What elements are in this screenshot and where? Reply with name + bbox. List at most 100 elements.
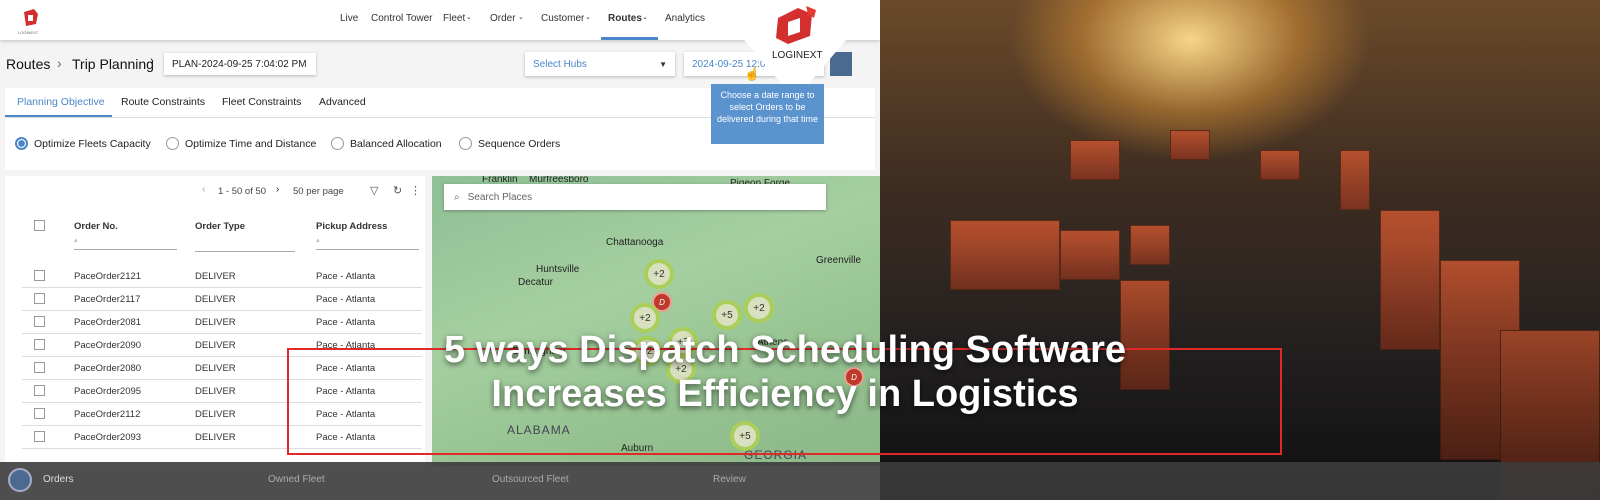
cell: DELIVER bbox=[195, 409, 236, 420]
table-row[interactable]: PaceOrder2081 DELIVER Pace - Atlanta bbox=[22, 311, 422, 334]
cluster-marker[interactable]: +5 bbox=[730, 421, 760, 451]
nav-control-tower[interactable]: Control Tower bbox=[371, 13, 433, 24]
nav-live[interactable]: Live bbox=[340, 13, 358, 24]
step-outsourced-fleet[interactable]: Outsourced Fleet bbox=[492, 474, 569, 485]
search-places-input[interactable]: ⌕ Search Places bbox=[444, 184, 826, 210]
cell: Pace - Atlanta bbox=[316, 363, 376, 374]
map-view[interactable]: Franklin Murfreesboro Pigeon Forge Chatt… bbox=[432, 176, 880, 466]
step-review[interactable]: Review bbox=[713, 474, 746, 485]
next-page-icon[interactable]: › bbox=[276, 184, 279, 195]
cluster-marker[interactable]: +2 bbox=[666, 354, 696, 384]
radio[interactable] bbox=[459, 137, 472, 150]
pallet-stack bbox=[1170, 130, 1210, 160]
row-checkbox[interactable] bbox=[34, 408, 45, 419]
city-label: Decatur bbox=[518, 277, 554, 288]
cluster-marker[interactable]: +2 bbox=[632, 336, 662, 366]
pallet-stack bbox=[1130, 225, 1170, 265]
row-checkbox[interactable] bbox=[34, 431, 45, 442]
column-pickup-address[interactable]: Pickup Address bbox=[316, 221, 387, 232]
orders-table: ‹ 1 - 50 of 50 › 50 per page ▽ ↻ ⋮ Order… bbox=[5, 176, 425, 466]
chevron-down-icon: ⌄ bbox=[642, 14, 648, 21]
chevron-down-icon: ⌄ bbox=[466, 14, 472, 21]
radio[interactable] bbox=[331, 137, 344, 150]
chevron-right-icon: › bbox=[150, 55, 154, 67]
chevron-down-icon: ⌄ bbox=[518, 14, 524, 21]
row-checkbox[interactable] bbox=[34, 339, 45, 350]
table-row[interactable]: PaceOrder2093 DELIVER Pace - Atlanta bbox=[22, 426, 422, 449]
tab-planning-objective[interactable]: Planning Objective bbox=[17, 96, 105, 108]
filter-icon[interactable]: ▽ bbox=[370, 184, 378, 197]
radio-sequence-orders[interactable]: Sequence Orders bbox=[459, 137, 560, 150]
cell: Pace - Atlanta bbox=[316, 340, 376, 351]
city-label: Auburn bbox=[621, 443, 654, 454]
breadcrumb-routes[interactable]: Routes bbox=[6, 56, 50, 72]
order-no-filter-input[interactable]: ⌕ bbox=[74, 238, 177, 250]
calendar-button[interactable] bbox=[830, 52, 852, 76]
planning-tabs: Planning Objective Route Constraints Fle… bbox=[5, 88, 875, 118]
table-row[interactable]: PaceOrder2121 DELIVER Pace - Atlanta bbox=[22, 265, 422, 288]
cell: PaceOrder2121 bbox=[74, 271, 142, 282]
caret-down-icon: ▼ bbox=[659, 59, 667, 69]
pallet-stack bbox=[950, 220, 1060, 290]
refresh-icon[interactable]: ↻ bbox=[393, 184, 402, 197]
radio-optimize-time-distance[interactable]: Optimize Time and Distance bbox=[166, 137, 316, 150]
cell: PaceOrder2081 bbox=[74, 317, 142, 328]
cluster-marker[interactable]: +2 bbox=[644, 259, 674, 289]
search-icon: ⌕ bbox=[454, 191, 460, 203]
orders-step-icon bbox=[8, 468, 32, 492]
column-order-type[interactable]: Order Type bbox=[195, 221, 245, 232]
tab-fleet-constraints[interactable]: Fleet Constraints bbox=[222, 96, 301, 108]
radio-balanced-allocation[interactable]: Balanced Allocation bbox=[331, 137, 442, 150]
prev-page-icon[interactable]: ‹ bbox=[202, 184, 205, 195]
step-orders[interactable]: Orders bbox=[43, 474, 74, 485]
cluster-marker[interactable]: +5 bbox=[712, 300, 742, 330]
nav-analytics[interactable]: Analytics bbox=[665, 13, 705, 24]
order-type-filter-select[interactable] bbox=[195, 238, 295, 252]
date-range-value: 2024-09-25 12:00 bbox=[692, 58, 771, 70]
more-options-icon[interactable]: ⋮ bbox=[410, 184, 421, 197]
nav-order[interactable]: Order bbox=[490, 13, 516, 24]
pallet-stack bbox=[1440, 260, 1520, 460]
cluster-marker[interactable]: +2 bbox=[630, 303, 660, 333]
select-hubs-dropdown[interactable]: Select Hubs ▼ bbox=[525, 52, 675, 76]
tab-advanced[interactable]: Advanced bbox=[319, 96, 366, 108]
tab-route-constraints[interactable]: Route Constraints bbox=[121, 96, 205, 108]
radio-label: Optimize Fleets Capacity bbox=[34, 137, 151, 150]
nav-routes[interactable]: Routes bbox=[608, 13, 642, 24]
date-range-field[interactable]: 2024-09-25 12:00 bbox=[684, 52, 824, 76]
per-page-select[interactable]: 50 per page bbox=[293, 186, 344, 197]
table-row[interactable]: PaceOrder2117 DELIVER Pace - Atlanta bbox=[22, 288, 422, 311]
cluster-marker[interactable]: +2 bbox=[744, 293, 774, 323]
row-checkbox[interactable] bbox=[34, 362, 45, 373]
column-order-no[interactable]: Order No. bbox=[74, 221, 118, 232]
breadcrumb-trip-planning: Trip Planning bbox=[72, 56, 154, 72]
row-checkbox[interactable] bbox=[34, 293, 45, 304]
cell: Pace - Atlanta bbox=[316, 317, 376, 328]
row-checkbox[interactable] bbox=[34, 316, 45, 327]
nav-fleet[interactable]: Fleet bbox=[443, 13, 465, 24]
search-placeholder: Search Places bbox=[467, 191, 533, 203]
pickup-filter-input[interactable]: ⌕ bbox=[316, 238, 419, 250]
cell: PaceOrder2093 bbox=[74, 432, 142, 443]
table-row[interactable]: PaceOrder2095 DELIVER Pace - Atlanta bbox=[22, 380, 422, 403]
radio-optimize-fleets-capacity[interactable]: Optimize Fleets Capacity bbox=[15, 137, 151, 150]
table-row[interactable]: PaceOrder2090 DELIVER Pace - Atlanta bbox=[22, 334, 422, 357]
radio-label: Sequence Orders bbox=[478, 137, 561, 150]
step-owned-fleet[interactable]: Owned Fleet bbox=[268, 474, 325, 485]
pallet-stack bbox=[1380, 210, 1440, 350]
row-checkbox[interactable] bbox=[34, 270, 45, 281]
cluster-marker[interactable]: +7 bbox=[668, 327, 698, 357]
cell: DELIVER bbox=[195, 317, 236, 328]
cell: DELIVER bbox=[195, 386, 236, 397]
row-checkbox[interactable] bbox=[34, 385, 45, 396]
depot-marker[interactable]: D bbox=[844, 367, 864, 387]
plan-name-field[interactable]: PLAN-2024-09-25 7:04:02 PM bbox=[164, 53, 316, 75]
select-all-checkbox[interactable] bbox=[34, 220, 45, 231]
cell: Pace - Atlanta bbox=[316, 386, 376, 397]
table-row[interactable]: PaceOrder2112 DELIVER Pace - Atlanta bbox=[22, 403, 422, 426]
table-row[interactable]: PaceOrder2080 DELIVER Pace - Atlanta bbox=[22, 357, 422, 380]
pagination-range: 1 - 50 of 50 bbox=[218, 186, 267, 197]
radio-selected[interactable] bbox=[15, 137, 28, 150]
nav-customer[interactable]: Customer bbox=[541, 13, 584, 24]
radio[interactable] bbox=[166, 137, 179, 150]
